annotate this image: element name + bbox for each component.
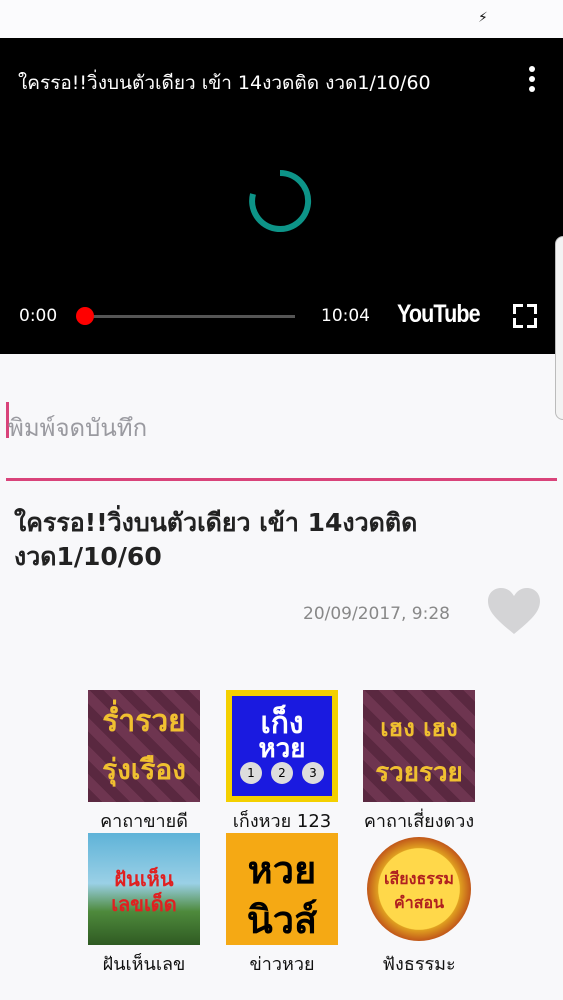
article-timestamp: 20/09/2017, 9:28 (303, 604, 450, 624)
app-tile-fang-thamma[interactable]: เสียงธรรม คำสอน ฟังธรรมะ (354, 833, 484, 978)
icon-text: เสียงธรรม (384, 869, 454, 888)
dharma-audio-icon: เสียงธรรม คำสอน (363, 833, 475, 945)
app-tile-kata-khaidee[interactable]: ร่ำรวย รุ่งเรือง คาถาขายดี (79, 690, 209, 835)
note-placeholder: พิมพ์จดบันทึก (8, 414, 148, 442)
loading-spinner-icon (249, 169, 312, 232)
seek-handle[interactable] (76, 307, 94, 325)
lottery-ball-icon: 1 (240, 762, 262, 784)
app-label: ฟังธรรมะ (382, 954, 456, 975)
lottery-news-icon: หวย นิวส์ (226, 833, 338, 945)
app-label: ข่าวหวย (249, 954, 315, 975)
heng-heng-icon: เฮง เฮง รวยรวย (363, 690, 475, 802)
youtube-logo[interactable]: YouTube (397, 300, 481, 329)
dream-number-icon: ฝันเห็น เลขเด็ด (88, 833, 200, 945)
lottery-guess-icon: เก็ง หวย 1 2 3 (226, 690, 338, 802)
video-title: ใครรอ!!วิ่งบนตัวเดียว เข้า 14งวดติด งวด1… (18, 72, 431, 94)
app-tile-kata-siang-duang[interactable]: เฮง เฮง รวยรวย คาถาเสี่ยงดวง (354, 690, 484, 835)
fullscreen-icon[interactable] (513, 304, 537, 328)
edge-panel-handle[interactable] (555, 236, 563, 420)
icon-text: นิวส์ (246, 898, 318, 942)
icon-text: รุ่งเรือง (102, 753, 186, 786)
rich-prosper-icon: ร่ำรวย รุ่งเรือง (88, 690, 200, 802)
icon-text: รวยรวย (375, 758, 463, 788)
lottery-ball-icon: 2 (271, 762, 293, 784)
current-time: 0:00 (19, 306, 58, 326)
icon-text: เฮง เฮง (380, 714, 458, 742)
duration: 10:04 (321, 306, 370, 326)
more-options-icon[interactable] (522, 62, 542, 96)
app-label: ฝันเห็นเลข (102, 954, 186, 975)
app-tile-keng-huay[interactable]: เก็ง หวย 1 2 3 เก็งหวย 123 (217, 690, 347, 835)
article-title: ใครรอ!!วิ่งบนตัวเดียว เข้า 14งวดติด งวด1… (14, 508, 418, 571)
lottery-ball-icon: 3 (302, 762, 324, 784)
video-player[interactable]: ใครรอ!!วิ่งบนตัวเดียว เข้า 14งวดติด งวด1… (0, 38, 563, 354)
app-tile-fan-hen-lek[interactable]: ฝันเห็น เลขเด็ด ฝันเห็นเลข (79, 833, 209, 978)
app-tile-khao-huay[interactable]: หวย นิวส์ ข่าวหวย (217, 833, 347, 978)
charging-icon: ⚡ (478, 10, 488, 26)
app-label: เก็งหวย 123 (232, 811, 332, 832)
icon-text: ร่ำรวย (102, 704, 186, 739)
status-bar: ⚡ (0, 0, 563, 38)
icon-text: คำสอน (394, 893, 444, 912)
app-label: คาถาขายดี (100, 811, 188, 832)
seek-bar[interactable] (85, 315, 295, 318)
favorite-heart-icon[interactable] (487, 588, 541, 636)
app-label: คาถาเสี่ยงดวง (363, 811, 475, 832)
icon-text: เลขเด็ด (111, 892, 177, 916)
